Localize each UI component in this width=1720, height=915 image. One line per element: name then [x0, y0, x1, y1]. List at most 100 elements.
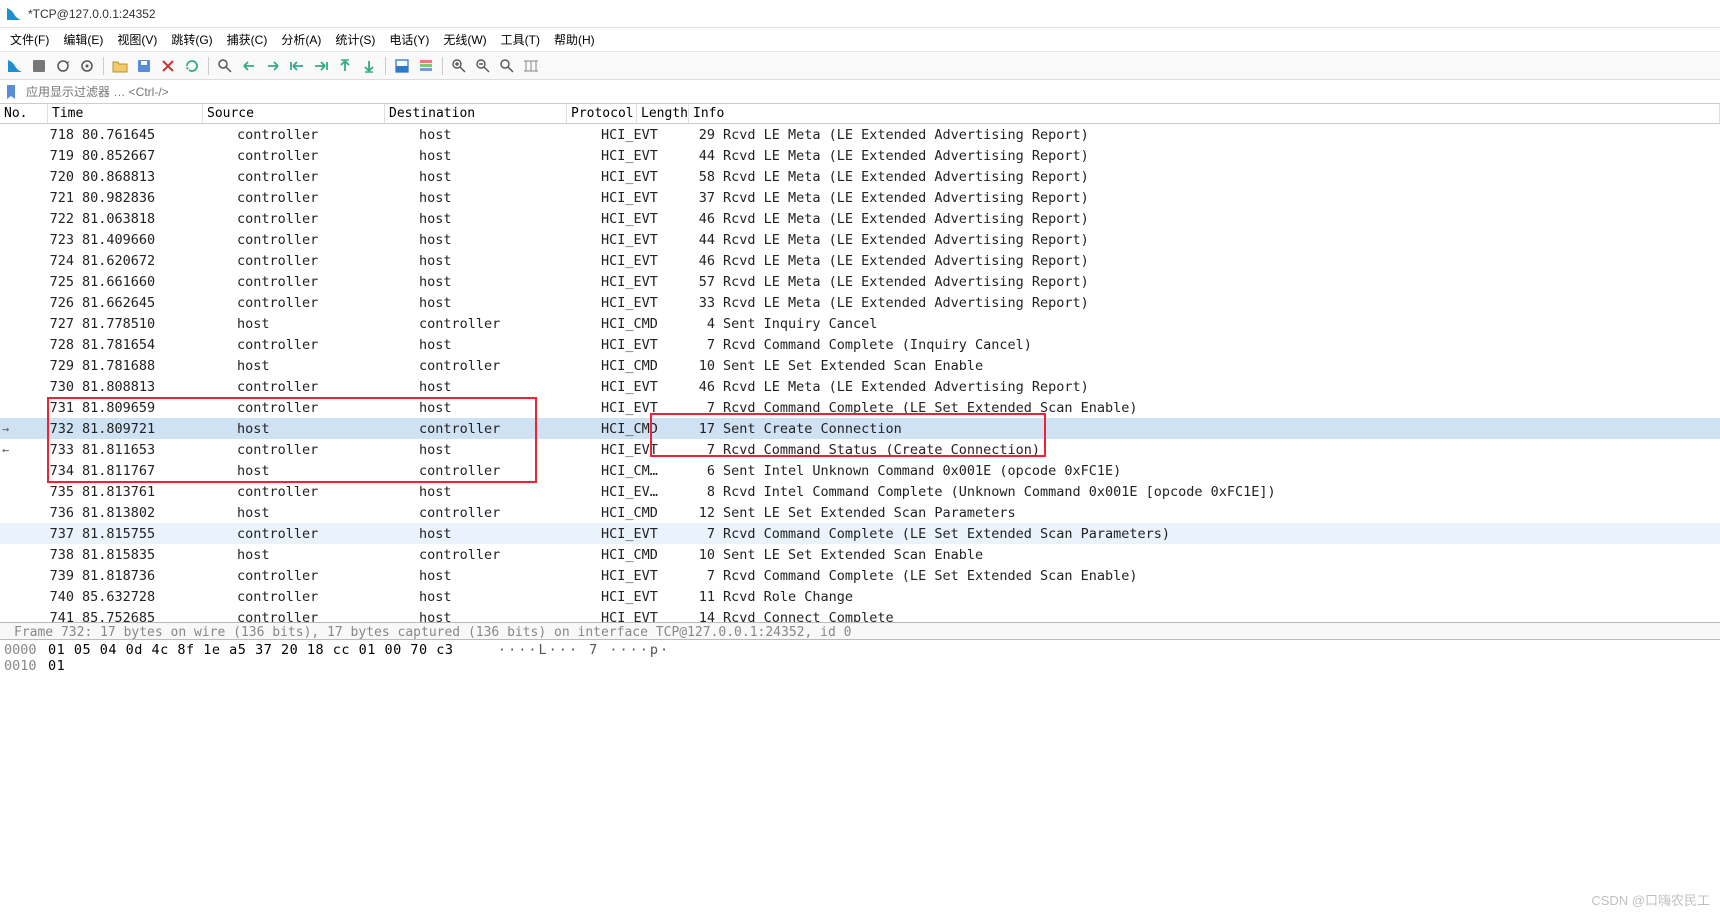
packet-length: 7	[667, 526, 719, 542]
packet-source: host	[233, 547, 415, 563]
packet-no: 720	[30, 169, 78, 185]
packet-destination: host	[415, 610, 597, 623]
menu-goto[interactable]: 跳转(G)	[165, 29, 218, 50]
packet-info: Rcvd LE Meta (LE Extended Advertising Re…	[719, 148, 1720, 164]
packet-row[interactable]: 71880.761645controllerhostHCI_EVT29Rcvd …	[0, 124, 1720, 145]
packet-row[interactable]: 72981.781688hostcontrollerHCI_CMD10Sent …	[0, 355, 1720, 376]
menu-view[interactable]: 视图(V)	[111, 29, 163, 50]
reload-icon[interactable]	[181, 55, 203, 77]
autoscroll-icon[interactable]	[391, 55, 413, 77]
packet-list[interactable]: 71880.761645controllerhostHCI_EVT29Rcvd …	[0, 124, 1720, 622]
jump-next-icon[interactable]	[310, 55, 332, 77]
hex-view[interactable]: 0000 01 05 04 0d 4c 8f 1e a5 37 20 18 cc…	[0, 640, 1720, 900]
packet-row[interactable]: 74185.752685controllerhostHCI_EVT14Rcvd …	[0, 607, 1720, 622]
zoom-out-icon[interactable]	[472, 55, 494, 77]
resize-columns-icon[interactable]	[520, 55, 542, 77]
packet-protocol: HCI_EVT	[597, 190, 667, 206]
packet-row[interactable]: 73081.808813controllerhostHCI_EVT46Rcvd …	[0, 376, 1720, 397]
packet-row[interactable]: 73881.815835hostcontrollerHCI_CMD10Sent …	[0, 544, 1720, 565]
packet-source: host	[233, 505, 415, 521]
packet-row[interactable]: 72180.982836controllerhostHCI_EVT37Rcvd …	[0, 187, 1720, 208]
packet-row[interactable]: 73981.818736controllerhostHCI_EVT7Rcvd C…	[0, 565, 1720, 586]
packet-length: 7	[667, 442, 719, 458]
menu-analyze[interactable]: 分析(A)	[275, 29, 327, 50]
stop-capture-icon[interactable]	[28, 55, 50, 77]
menu-edit[interactable]: 编辑(E)	[57, 29, 109, 50]
menu-capture[interactable]: 捕获(C)	[221, 29, 274, 50]
start-capture-icon[interactable]	[4, 55, 26, 77]
packet-details-pane[interactable]: Frame 732: 17 bytes on wire (136 bits), …	[0, 622, 1720, 640]
packet-info: Sent LE Set Extended Scan Enable	[719, 358, 1720, 374]
packet-protocol: HCI_CMD	[597, 316, 667, 332]
menu-tools[interactable]: 工具(T)	[495, 29, 546, 50]
menu-telephony[interactable]: 电话(Y)	[383, 29, 435, 50]
close-icon[interactable]	[157, 55, 179, 77]
packet-row[interactable]: 73781.815755controllerhostHCI_EVT7Rcvd C…	[0, 523, 1720, 544]
goto-top-icon[interactable]	[334, 55, 356, 77]
packet-row[interactable]: 72681.662645controllerhostHCI_EVT33Rcvd …	[0, 292, 1720, 313]
packet-time: 81.063818	[78, 211, 233, 227]
packet-source: controller	[233, 379, 415, 395]
bookmark-icon[interactable]	[0, 84, 22, 100]
hex-ascii: ····L··· 7 ····p·	[498, 642, 670, 658]
packet-row[interactable]: →73281.809721hostcontrollerHCI_CMD17Sent…	[0, 418, 1720, 439]
restart-capture-icon[interactable]	[52, 55, 74, 77]
filterbar	[0, 80, 1720, 104]
col-no[interactable]: No.	[0, 104, 48, 123]
hex-bytes: 01 05 04 0d 4c 8f 1e a5 37 20 18 cc 01 0…	[48, 642, 498, 658]
packet-time: 85.632728	[78, 589, 233, 605]
packet-destination: controller	[415, 463, 597, 479]
packet-source: controller	[233, 148, 415, 164]
jump-prev-icon[interactable]	[286, 55, 308, 77]
packet-row[interactable]: 72781.778510hostcontrollerHCI_CMD4Sent I…	[0, 313, 1720, 334]
col-source[interactable]: Source	[203, 104, 385, 123]
packet-row[interactable]: 71980.852667controllerhostHCI_EVT44Rcvd …	[0, 145, 1720, 166]
packet-protocol: HCI_CMD	[597, 505, 667, 521]
display-filter-input[interactable]	[22, 81, 1720, 103]
packet-row[interactable]: 72381.409660controllerhostHCI_EVT44Rcvd …	[0, 229, 1720, 250]
zoom-reset-icon[interactable]	[496, 55, 518, 77]
packet-list-header: No. Time Source Destination Protocol Len…	[0, 104, 1720, 124]
packet-row[interactable]: 72881.781654controllerhostHCI_EVT7Rcvd C…	[0, 334, 1720, 355]
col-info[interactable]: Info	[689, 104, 1720, 123]
watermark: CSDN @口嗨农民工	[1591, 890, 1710, 909]
save-icon[interactable]	[133, 55, 155, 77]
zoom-in-icon[interactable]	[448, 55, 470, 77]
menu-file[interactable]: 文件(F)	[4, 29, 55, 50]
packet-no: 735	[30, 484, 78, 500]
col-time[interactable]: Time	[48, 104, 203, 123]
packet-length: 29	[667, 127, 719, 143]
packet-row[interactable]: 72581.661660controllerhostHCI_EVT57Rcvd …	[0, 271, 1720, 292]
open-icon[interactable]	[109, 55, 131, 77]
packet-row[interactable]: ←73381.811653controllerhostHCI_EVT7Rcvd …	[0, 439, 1720, 460]
packet-source: controller	[233, 484, 415, 500]
find-icon[interactable]	[214, 55, 236, 77]
packet-row[interactable]: 73481.811767hostcontrollerHCI_CM…6Sent I…	[0, 460, 1720, 481]
goto-bottom-icon[interactable]	[358, 55, 380, 77]
packet-destination: host	[415, 568, 597, 584]
col-destination[interactable]: Destination	[385, 104, 567, 123]
options-icon[interactable]	[76, 55, 98, 77]
menu-wireless[interactable]: 无线(W)	[437, 29, 492, 50]
packet-length: 44	[667, 148, 719, 164]
packet-row[interactable]: 73181.809659controllerhostHCI_EVT7Rcvd C…	[0, 397, 1720, 418]
col-length[interactable]: Length	[637, 104, 689, 123]
col-protocol[interactable]: Protocol	[567, 104, 637, 123]
packet-row[interactable]: 72281.063818controllerhostHCI_EVT46Rcvd …	[0, 208, 1720, 229]
colorize-icon[interactable]	[415, 55, 437, 77]
packet-row[interactable]: 72481.620672controllerhostHCI_EVT46Rcvd …	[0, 250, 1720, 271]
next-icon[interactable]	[262, 55, 284, 77]
packet-protocol: HCI_EVT	[597, 274, 667, 290]
packet-row[interactable]: 73581.813761controllerhostHCI_EV…8Rcvd I…	[0, 481, 1720, 502]
menu-help[interactable]: 帮助(H)	[548, 29, 601, 50]
separator	[103, 57, 104, 75]
toolbar	[0, 52, 1720, 80]
packet-info: Rcvd LE Meta (LE Extended Advertising Re…	[719, 127, 1720, 143]
prev-icon[interactable]	[238, 55, 260, 77]
packet-source: controller	[233, 589, 415, 605]
packet-no: 738	[30, 547, 78, 563]
packet-row[interactable]: 74085.632728controllerhostHCI_EVT11Rcvd …	[0, 586, 1720, 607]
menu-stats[interactable]: 统计(S)	[329, 29, 381, 50]
packet-row[interactable]: 72080.868813controllerhostHCI_EVT58Rcvd …	[0, 166, 1720, 187]
packet-row[interactable]: 73681.813802hostcontrollerHCI_CMD12Sent …	[0, 502, 1720, 523]
